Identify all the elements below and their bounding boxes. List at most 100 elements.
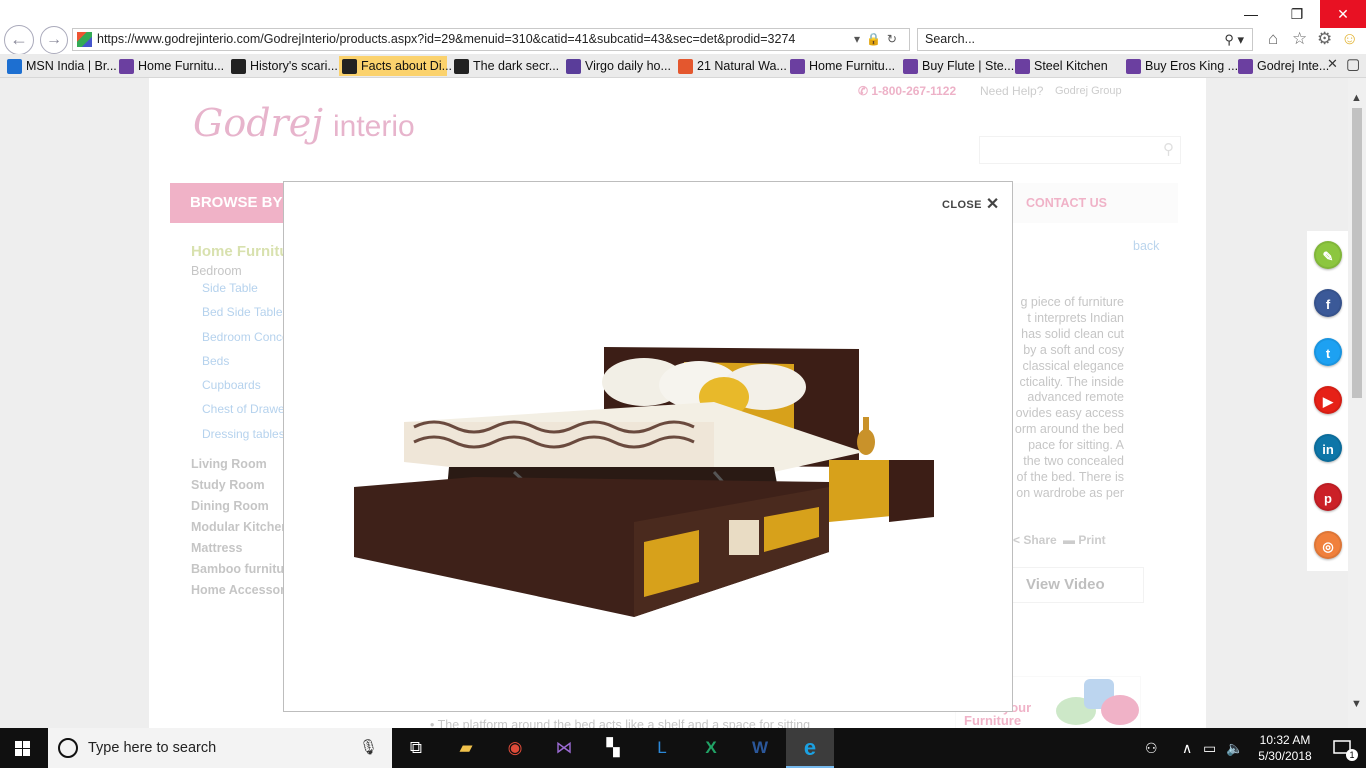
scroll-up-icon[interactable]: ▲	[1351, 92, 1362, 104]
logo-word: interio	[333, 110, 415, 143]
action-center-icon[interactable]: 1	[1322, 728, 1366, 768]
task-view-icon[interactable]: ⧉	[392, 728, 440, 768]
phone-number[interactable]: ✆ 1-800-267-1122	[858, 84, 956, 98]
smiley-icon[interactable]: ☺	[1341, 29, 1358, 49]
social-rail: ✎ f t ▶ in p ◎	[1307, 231, 1348, 571]
youtube-icon[interactable]: ▶	[1314, 386, 1342, 414]
share-button[interactable]: < Share	[1013, 533, 1057, 547]
network-icon[interactable]: ▭	[1203, 728, 1216, 768]
back-link[interactable]: back	[1133, 239, 1159, 253]
search-icon[interactable]: ⚲ ▾	[1224, 29, 1244, 50]
favorite-label: History's scari...	[250, 59, 338, 73]
favorite-label: MSN India | Br...	[26, 59, 117, 73]
edit-icon[interactable]: ✎	[1314, 241, 1342, 269]
bubble-icon	[1101, 695, 1139, 725]
facebook-icon[interactable]: f	[1314, 289, 1342, 317]
contact-us-link[interactable]: CONTACT US	[1026, 196, 1107, 210]
favorite-link[interactable]: Buy Flute | Ste...	[900, 56, 1014, 76]
volume-icon[interactable]: 🔈	[1226, 728, 1243, 768]
linkedin-icon[interactable]: in	[1314, 434, 1342, 462]
favorites-star-icon[interactable]: ☆	[1292, 29, 1307, 49]
favorite-link[interactable]: MSN India | Br...	[4, 56, 117, 76]
page-scrollbar[interactable]: ▲ ▼	[1348, 78, 1366, 728]
address-bar[interactable]: https://www.godrejinterio.com/GodrejInte…	[72, 28, 910, 51]
svg-text:1: 1	[1349, 750, 1354, 760]
favicon-icon	[1015, 59, 1030, 74]
favicon-icon	[678, 59, 693, 74]
word-icon[interactable]: W	[736, 728, 784, 768]
favorite-link[interactable]: The dark secr...	[451, 56, 559, 76]
pinterest-icon[interactable]: p	[1314, 483, 1342, 511]
description-line: pace for sitting. A	[1028, 438, 1124, 453]
description-line: of the bed. There is	[1016, 469, 1124, 484]
favicon-icon	[7, 59, 22, 74]
favicon-icon	[119, 59, 134, 74]
site-logo[interactable]: Godrej interio	[193, 101, 415, 145]
twitter-icon[interactable]: t	[1314, 338, 1342, 366]
back-arrow-icon[interactable]: ←	[4, 25, 34, 55]
favorite-link[interactable]: Facts about Di...	[339, 56, 452, 76]
favorite-label: Home Furnitu...	[138, 59, 225, 73]
visual-studio-icon[interactable]: ⋈	[540, 728, 588, 768]
favorite-label: Facts about Di...	[361, 59, 453, 73]
description-line: ovides easy access	[1015, 406, 1124, 421]
microphone-icon[interactable]: 🎙	[359, 728, 378, 768]
page-viewport: Godrej interio ✆ 1-800-267-1122 Need Help…	[0, 78, 1348, 728]
description-line: t interprets Indian	[1027, 310, 1124, 325]
favorite-label: Steel Kitchen	[1034, 59, 1108, 73]
home-icon[interactable]: ⌂	[1268, 29, 1278, 49]
scroll-thumb[interactable]	[1352, 108, 1362, 398]
start-button[interactable]	[0, 728, 48, 768]
restore-button[interactable]: ❐	[1274, 0, 1320, 28]
favorite-link[interactable]: Buy Eros King ...	[1123, 56, 1238, 76]
address-tools-icons[interactable]: ▾🔒↻	[854, 29, 903, 50]
sticky-notes-icon[interactable]: ▚	[589, 728, 637, 768]
favorite-link[interactable]: 21 Natural Wa...	[675, 56, 787, 76]
favorite-label: Buy Flute | Ste...	[922, 59, 1015, 73]
favorite-label: 21 Natural Wa...	[697, 59, 787, 73]
site-search-input[interactable]: ⚲	[979, 136, 1181, 164]
favorite-label: Godrej Inte...	[1257, 59, 1330, 73]
favicon-icon	[231, 59, 246, 74]
tab-close-icon[interactable]: ✕	[1327, 56, 1338, 72]
window-close-button[interactable]: ✕	[1320, 0, 1366, 28]
lync-icon[interactable]: L	[638, 728, 686, 768]
favorite-link[interactable]: Virgo daily ho...	[563, 56, 671, 76]
file-explorer-icon[interactable]: ▰	[442, 728, 490, 768]
favicon-icon	[1238, 59, 1253, 74]
favorite-link[interactable]: Steel Kitchen	[1012, 56, 1120, 76]
people-icon[interactable]: ⚇	[1145, 728, 1158, 768]
browser-address-row: ← → https://www.godrejinterio.com/Godrej…	[0, 0, 1366, 55]
new-tab-icon[interactable]: ▢	[1346, 55, 1360, 73]
close-button[interactable]: CLOSE ✕	[942, 194, 1000, 214]
instagram-icon[interactable]: ◎	[1314, 531, 1342, 559]
favorite-link[interactable]: History's scari...	[228, 56, 338, 76]
address-url: https://www.godrejinterio.com/GodrejInte…	[97, 32, 796, 46]
search-icon[interactable]: ⚲	[1163, 140, 1174, 158]
site-favicon-icon	[77, 32, 92, 47]
favicon-icon	[903, 59, 918, 74]
favicon-icon	[342, 59, 357, 74]
print-button[interactable]: ▬ Print	[1063, 533, 1106, 547]
description-line: by a soft and cosy	[1023, 342, 1124, 357]
internet-explorer-icon[interactable]: e	[786, 728, 834, 768]
scroll-down-icon[interactable]: ▼	[1351, 698, 1362, 710]
favicon-icon	[566, 59, 581, 74]
need-help-link[interactable]: Need Help?	[980, 84, 1043, 98]
forward-arrow-icon[interactable]: →	[40, 26, 68, 54]
favorite-link[interactable]: Home Furnitu...	[116, 56, 226, 76]
minimize-button[interactable]: —	[1228, 0, 1274, 28]
close-label: CLOSE	[942, 199, 982, 211]
excel-icon[interactable]: X	[687, 728, 735, 768]
browser-search-input[interactable]: Search... ⚲ ▾	[917, 28, 1253, 51]
godrej-group-link[interactable]: Godrej Group	[1055, 85, 1122, 97]
chrome-icon[interactable]: ◉	[491, 728, 539, 768]
system-clock[interactable]: 10:32 AM 5/30/2018	[1250, 732, 1320, 764]
gear-icon[interactable]: ⚙	[1317, 29, 1332, 49]
taskbar-search-input[interactable]: Type here to search 🎙	[48, 728, 392, 768]
favorite-link[interactable]: Home Furnitu...	[787, 56, 895, 76]
view-video-button[interactable]: View Video	[1006, 567, 1144, 603]
chevron-up-icon[interactable]: ∧	[1182, 728, 1192, 768]
favorite-label: The dark secr...	[473, 59, 560, 73]
favorite-label: Home Furnitu...	[809, 59, 896, 73]
